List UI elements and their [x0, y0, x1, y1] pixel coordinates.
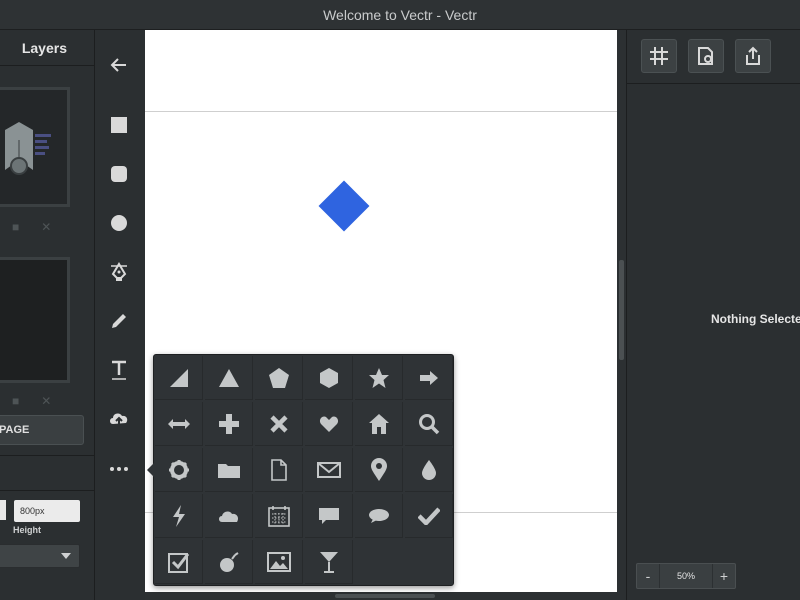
droplet-icon[interactable]: [405, 448, 453, 492]
heart-icon[interactable]: [305, 402, 353, 446]
right-triangle-icon[interactable]: [155, 356, 203, 400]
triangle-icon[interactable]: [205, 356, 253, 400]
vertical-scrollbar[interactable]: [619, 260, 624, 360]
grid-button[interactable]: [641, 39, 677, 73]
thumbnail-1-actions: ■ ✕: [12, 220, 51, 234]
zoom-value[interactable]: 50%: [659, 564, 713, 588]
horizontal-scrollbar[interactable]: [335, 594, 435, 598]
gear-icon[interactable]: [155, 448, 203, 492]
hexagon-icon[interactable]: [305, 356, 353, 400]
tools-toolbar: [96, 30, 145, 600]
map-pin-icon[interactable]: [355, 448, 403, 492]
page-settings-icon: [698, 47, 713, 65]
tab-layers[interactable]: Layers: [0, 30, 94, 66]
folder-icon[interactable]: [205, 448, 253, 492]
pen-icon[interactable]: [106, 259, 132, 285]
grid-icon: [650, 47, 668, 65]
shapes-popup: [147, 354, 454, 586]
height-label: Height: [13, 525, 41, 535]
calendar-icon[interactable]: [255, 494, 303, 538]
zoom-in-button[interactable]: +: [713, 564, 735, 588]
arrow-right-icon[interactable]: [405, 356, 453, 400]
window-title: Welcome to Vectr - Vectr: [323, 6, 477, 23]
speech-oval-icon[interactable]: [355, 494, 403, 538]
zoom-control: - 50% +: [636, 563, 736, 589]
nothing-selected-message: Nothing Selected: [711, 312, 800, 326]
page-settings-button[interactable]: [688, 39, 724, 73]
pentagon-icon[interactable]: [255, 356, 303, 400]
zoom-out-button[interactable]: -: [637, 564, 659, 588]
mail-icon[interactable]: [305, 448, 353, 492]
properties-header: [627, 30, 800, 84]
upload-icon[interactable]: [106, 406, 132, 432]
text-icon[interactable]: [106, 357, 132, 383]
lightning-icon[interactable]: [155, 494, 203, 538]
section-divider: [0, 455, 94, 491]
duplicate-page-icon[interactable]: ■: [12, 220, 19, 234]
width-field[interactable]: [0, 500, 6, 520]
search-icon[interactable]: [405, 402, 453, 446]
more-icon[interactable]: [106, 456, 132, 482]
share-button[interactable]: [735, 39, 771, 73]
image-icon[interactable]: [255, 540, 303, 584]
double-arrow-icon[interactable]: [155, 402, 203, 446]
home-icon[interactable]: [355, 402, 403, 446]
page-size-dropdown[interactable]: [0, 544, 80, 568]
height-value: 800px: [20, 506, 45, 516]
rectangle-icon[interactable]: [106, 112, 132, 138]
diamond-shape[interactable]: [318, 180, 370, 232]
rounded-rectangle-icon[interactable]: [106, 161, 132, 187]
document-icon[interactable]: [255, 448, 303, 492]
window-title-bar: Welcome to Vectr - Vectr: [0, 0, 800, 30]
popup-caret: [147, 463, 154, 477]
delete-page-icon[interactable]: ✕: [41, 220, 51, 234]
checkmark-icon[interactable]: [405, 494, 453, 538]
tab-layers-label: Layers: [21, 39, 67, 56]
page-thumbnail-art: [0, 90, 67, 204]
guide-line: [145, 111, 617, 112]
share-icon: [746, 46, 760, 65]
thumbnail-2-actions: ■ ✕: [12, 394, 51, 408]
pencil-icon[interactable]: [106, 308, 132, 334]
back-arrow-icon[interactable]: [106, 52, 132, 78]
layers-panel: Layers ■ ✕ ■ ✕ PAGE 800px Height: [0, 30, 95, 600]
checkbox-icon[interactable]: [155, 540, 203, 584]
cloud-icon[interactable]: [205, 494, 253, 538]
height-field[interactable]: 800px: [14, 500, 80, 522]
add-page-button[interactable]: PAGE: [0, 415, 84, 445]
properties-panel: Nothing Selected - 50% +: [626, 30, 800, 600]
cocktail-icon[interactable]: [305, 540, 353, 584]
star-icon[interactable]: [355, 356, 403, 400]
x-icon[interactable]: [255, 402, 303, 446]
page-thumbnail-2[interactable]: [0, 257, 70, 383]
chat-bubble-icon[interactable]: [305, 494, 353, 538]
page-thumbnail-1[interactable]: [0, 87, 70, 207]
chevron-down-icon: [61, 553, 71, 559]
plus-icon[interactable]: [205, 402, 253, 446]
ellipse-icon[interactable]: [106, 210, 132, 236]
add-page-label: PAGE: [0, 424, 30, 436]
delete-page-icon[interactable]: ✕: [41, 394, 51, 408]
bomb-icon[interactable]: [205, 540, 253, 584]
duplicate-page-icon[interactable]: ■: [12, 394, 19, 408]
